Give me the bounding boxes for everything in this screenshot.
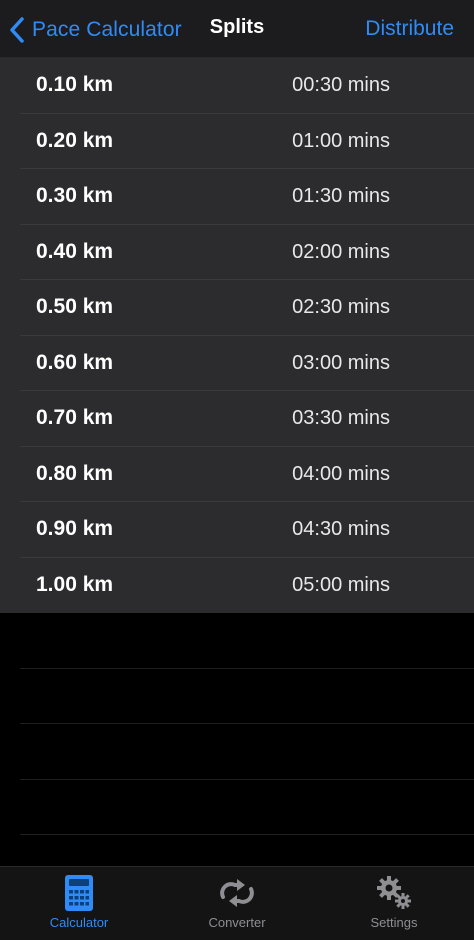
split-distance: 0.50 km <box>36 295 114 318</box>
tab-bar: Calculator Converter Settings <box>0 866 474 940</box>
tab-calculator[interactable]: Calculator <box>19 873 139 930</box>
back-button-label: Pace Calculator <box>32 18 182 41</box>
split-distance: 0.40 km <box>36 239 114 263</box>
split-distance: 1.00 km <box>36 572 114 596</box>
distribute-button[interactable]: Distribute <box>365 17 454 41</box>
split-distance: 0.30 km <box>36 184 114 207</box>
split-time: 04:00 mins <box>292 462 390 485</box>
calculator-icon <box>65 875 93 911</box>
split-time: 01:30 mins <box>292 185 390 207</box>
row-separator <box>20 834 474 835</box>
row-separator <box>20 723 474 724</box>
split-time: 04:30 mins <box>292 518 390 540</box>
tab-settings[interactable]: Settings <box>334 873 454 930</box>
tab-converter[interactable]: Converter <box>177 873 297 930</box>
navigation-bar: Pace Calculator Splits Distribute <box>0 0 474 58</box>
split-time: 00:30 mins <box>292 74 390 96</box>
split-time: 02:00 mins <box>292 240 390 263</box>
chevron-left-icon <box>10 17 24 43</box>
split-distance: 0.80 km <box>36 461 114 485</box>
back-button[interactable]: Pace Calculator <box>8 14 182 46</box>
split-row: 0.50 km 02:30 mins <box>0 280 474 336</box>
row-separator <box>20 668 474 669</box>
split-row: 0.10 km 00:30 mins <box>0 58 474 114</box>
empty-list-area <box>0 613 474 867</box>
split-time: 03:00 mins <box>292 351 390 374</box>
tab-calculator-label: Calculator <box>49 915 109 930</box>
split-row: 0.30 km 01:30 mins <box>0 169 474 225</box>
split-row: 0.90 km 04:30 mins <box>0 502 474 558</box>
row-separator <box>20 779 474 780</box>
split-distance: 0.20 km <box>36 128 114 152</box>
splits-list: 0.10 km 00:30 mins 0.20 km 01:00 mins 0.… <box>0 58 474 613</box>
split-row: 0.60 km 03:00 mins <box>0 336 474 392</box>
split-time: 05:00 mins <box>292 573 390 596</box>
split-distance: 0.10 km <box>36 73 114 96</box>
split-row: 0.20 km 01:00 mins <box>0 114 474 170</box>
split-row: 0.40 km 02:00 mins <box>0 225 474 281</box>
split-distance: 0.70 km <box>36 406 114 429</box>
split-row: 0.80 km 04:00 mins <box>0 447 474 503</box>
split-row: 0.70 km 03:30 mins <box>0 391 474 447</box>
split-time: 01:00 mins <box>292 129 390 152</box>
split-distance: 0.90 km <box>36 517 114 540</box>
tab-converter-label: Converter <box>208 915 266 930</box>
split-row: 1.00 km 05:00 mins <box>0 558 474 614</box>
converter-icon <box>220 879 254 907</box>
split-time: 02:30 mins <box>292 296 390 318</box>
split-time: 03:30 mins <box>292 407 390 429</box>
split-distance: 0.60 km <box>36 350 114 374</box>
tab-settings-label: Settings <box>370 915 418 930</box>
gears-icon <box>377 876 411 909</box>
